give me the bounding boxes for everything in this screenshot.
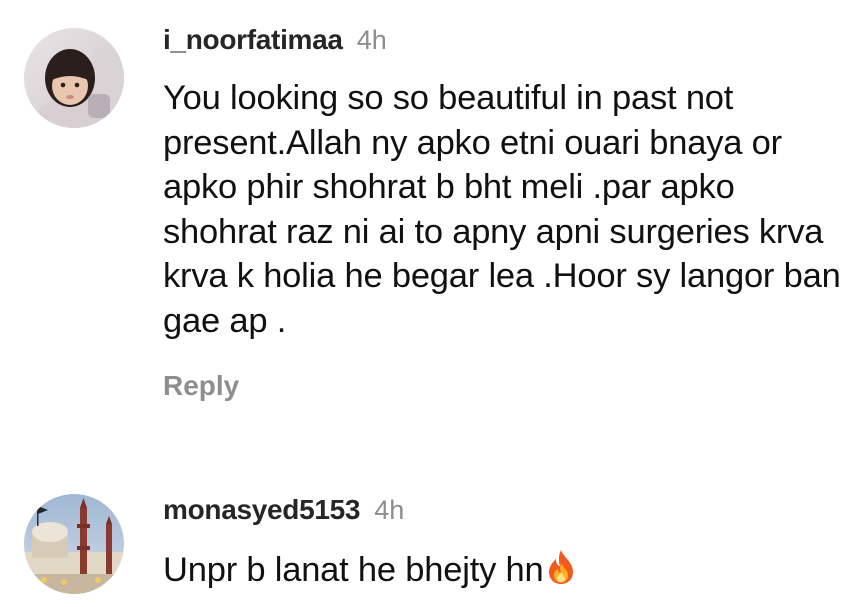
comment-header: i_noorfatimaa 4h bbox=[163, 20, 387, 60]
avatar[interactable] bbox=[24, 494, 124, 594]
timestamp: 4h bbox=[374, 495, 405, 525]
username[interactable]: monasyed5153 bbox=[163, 494, 360, 525]
reply-button[interactable]: Reply bbox=[163, 370, 239, 402]
avatar[interactable] bbox=[24, 28, 124, 128]
username[interactable]: i_noorfatimaa bbox=[163, 24, 343, 55]
comment-item: i_noorfatimaa 4h You looking so so beauti… bbox=[0, 0, 853, 450]
timestamp: 4h bbox=[356, 25, 387, 55]
comment-text: You looking so so beautiful in past not … bbox=[163, 79, 841, 340]
comment-header: monasyed5153 4h bbox=[163, 490, 404, 530]
comment-text-content: Unpr b lanat he bhejty hn bbox=[163, 551, 544, 589]
comment-text: Unpr b lanat he bhejty hn bbox=[163, 548, 843, 597]
fire-icon bbox=[546, 549, 576, 597]
comment-item: monasyed5153 4h Unpr b lanat he bhejty hn bbox=[0, 470, 853, 607]
